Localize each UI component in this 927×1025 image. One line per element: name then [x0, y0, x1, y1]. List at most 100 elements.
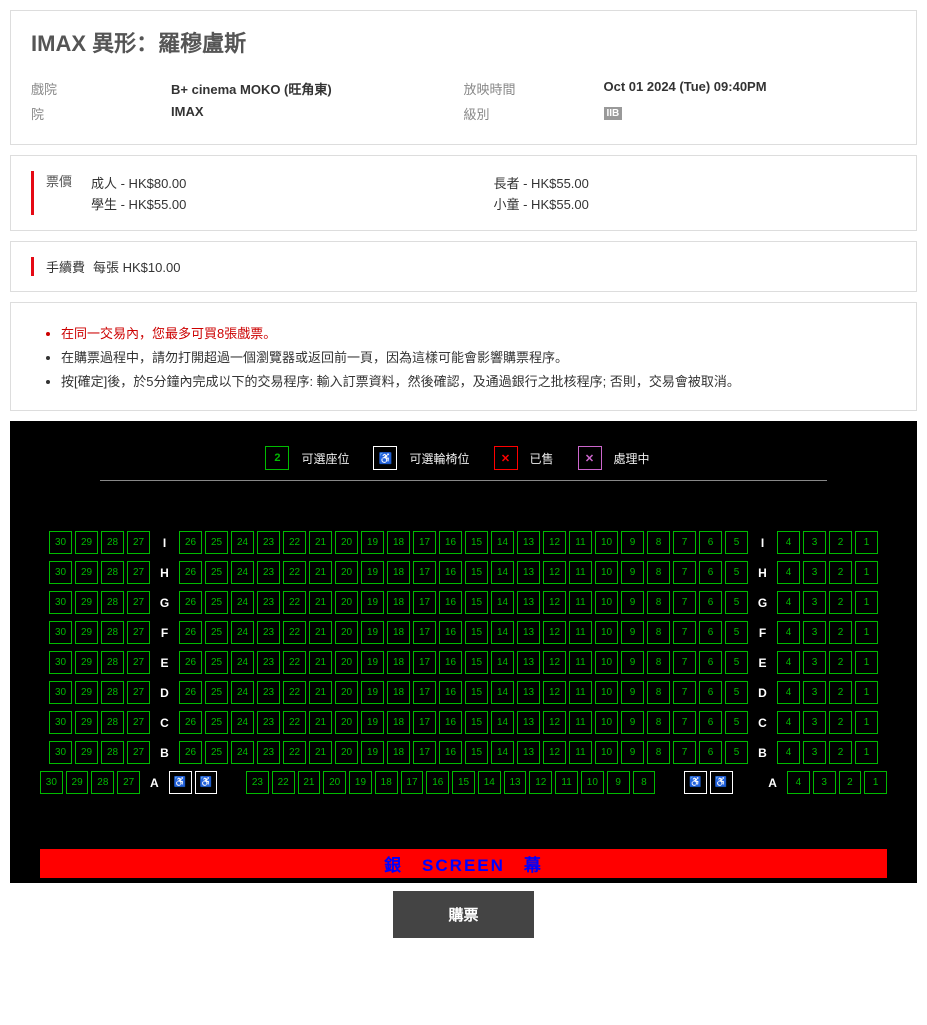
seat[interactable]: 14: [491, 621, 514, 644]
seat[interactable]: 29: [66, 771, 89, 794]
seat[interactable]: 6: [699, 621, 722, 644]
seat[interactable]: 10: [595, 681, 618, 704]
seat[interactable]: 15: [465, 741, 488, 764]
seat[interactable]: 29: [75, 561, 98, 584]
seat[interactable]: 15: [465, 531, 488, 554]
seat[interactable]: 1: [855, 741, 878, 764]
seat[interactable]: 8: [647, 711, 670, 734]
seat[interactable]: 16: [439, 741, 462, 764]
seat[interactable]: 14: [478, 771, 501, 794]
seat[interactable]: 26: [179, 651, 202, 674]
seat[interactable]: 30: [49, 591, 72, 614]
seat[interactable]: 25: [205, 681, 228, 704]
seat[interactable]: 14: [491, 531, 514, 554]
seat[interactable]: 22: [283, 711, 306, 734]
seat[interactable]: 29: [75, 531, 98, 554]
seat[interactable]: 8: [647, 591, 670, 614]
seat[interactable]: 22: [283, 651, 306, 674]
seat[interactable]: 1: [855, 531, 878, 554]
seat[interactable]: 5: [725, 741, 748, 764]
seat[interactable]: 1: [855, 591, 878, 614]
seat[interactable]: 20: [335, 531, 358, 554]
seat[interactable]: 6: [699, 561, 722, 584]
seat[interactable]: 2: [829, 741, 852, 764]
seat[interactable]: 15: [465, 681, 488, 704]
seat[interactable]: 28: [101, 711, 124, 734]
seat[interactable]: 27: [127, 531, 150, 554]
seat[interactable]: 9: [621, 561, 644, 584]
seat[interactable]: 14: [491, 591, 514, 614]
seat[interactable]: 15: [465, 591, 488, 614]
seat[interactable]: 1: [855, 561, 878, 584]
seat[interactable]: 13: [517, 681, 540, 704]
seat[interactable]: 21: [309, 741, 332, 764]
seat[interactable]: 30: [49, 651, 72, 674]
seat[interactable]: 16: [439, 561, 462, 584]
seat[interactable]: 19: [349, 771, 372, 794]
seat[interactable]: 21: [309, 561, 332, 584]
seat[interactable]: 6: [699, 741, 722, 764]
seat[interactable]: 25: [205, 591, 228, 614]
seat[interactable]: 2: [829, 681, 852, 704]
seat[interactable]: 29: [75, 591, 98, 614]
seat[interactable]: 29: [75, 621, 98, 644]
seat[interactable]: 14: [491, 651, 514, 674]
seat[interactable]: 7: [673, 681, 696, 704]
seat[interactable]: 6: [699, 531, 722, 554]
seat[interactable]: 1: [855, 681, 878, 704]
seat[interactable]: 10: [595, 591, 618, 614]
seat[interactable]: 24: [231, 621, 254, 644]
seat[interactable]: 2: [829, 561, 852, 584]
seat[interactable]: 26: [179, 561, 202, 584]
seat[interactable]: 2: [829, 591, 852, 614]
seat[interactable]: 9: [621, 681, 644, 704]
seat[interactable]: 26: [179, 711, 202, 734]
seat[interactable]: 3: [803, 711, 826, 734]
seat[interactable]: 1: [855, 651, 878, 674]
seat[interactable]: 3: [803, 531, 826, 554]
seat[interactable]: 9: [607, 771, 630, 794]
seat[interactable]: 30: [49, 681, 72, 704]
seat[interactable]: 10: [595, 621, 618, 644]
seat[interactable]: 4: [787, 771, 810, 794]
seat[interactable]: 12: [543, 621, 566, 644]
seat[interactable]: 28: [101, 531, 124, 554]
seat[interactable]: 27: [127, 681, 150, 704]
seat[interactable]: 23: [257, 591, 280, 614]
seat[interactable]: 6: [699, 711, 722, 734]
seat[interactable]: 23: [257, 741, 280, 764]
seat[interactable]: 27: [127, 651, 150, 674]
seat[interactable]: 8: [647, 561, 670, 584]
seat[interactable]: 8: [647, 651, 670, 674]
seat[interactable]: 30: [49, 741, 72, 764]
seat[interactable]: 22: [283, 741, 306, 764]
seat[interactable]: 7: [673, 741, 696, 764]
seat[interactable]: 16: [439, 621, 462, 644]
seat[interactable]: 19: [361, 591, 384, 614]
seat[interactable]: 30: [49, 561, 72, 584]
seat[interactable]: 18: [387, 651, 410, 674]
seat[interactable]: 12: [543, 681, 566, 704]
seat[interactable]: 4: [777, 711, 800, 734]
seat[interactable]: 17: [413, 651, 436, 674]
seat[interactable]: 11: [569, 681, 592, 704]
seat[interactable]: 9: [621, 621, 644, 644]
seat[interactable]: 13: [517, 591, 540, 614]
seat[interactable]: 9: [621, 711, 644, 734]
seat[interactable]: 20: [335, 741, 358, 764]
seat[interactable]: 29: [75, 651, 98, 674]
seat[interactable]: 8: [647, 531, 670, 554]
seat[interactable]: 10: [581, 771, 604, 794]
seat[interactable]: 19: [361, 681, 384, 704]
seat[interactable]: 3: [803, 561, 826, 584]
seat[interactable]: 3: [803, 741, 826, 764]
seat[interactable]: 22: [272, 771, 295, 794]
seat[interactable]: 28: [101, 651, 124, 674]
seat[interactable]: 18: [375, 771, 398, 794]
seat[interactable]: 7: [673, 591, 696, 614]
seat[interactable]: 7: [673, 621, 696, 644]
seat[interactable]: 27: [117, 771, 140, 794]
seat[interactable]: 15: [465, 621, 488, 644]
seat[interactable]: 10: [595, 711, 618, 734]
seat[interactable]: 8: [633, 771, 656, 794]
